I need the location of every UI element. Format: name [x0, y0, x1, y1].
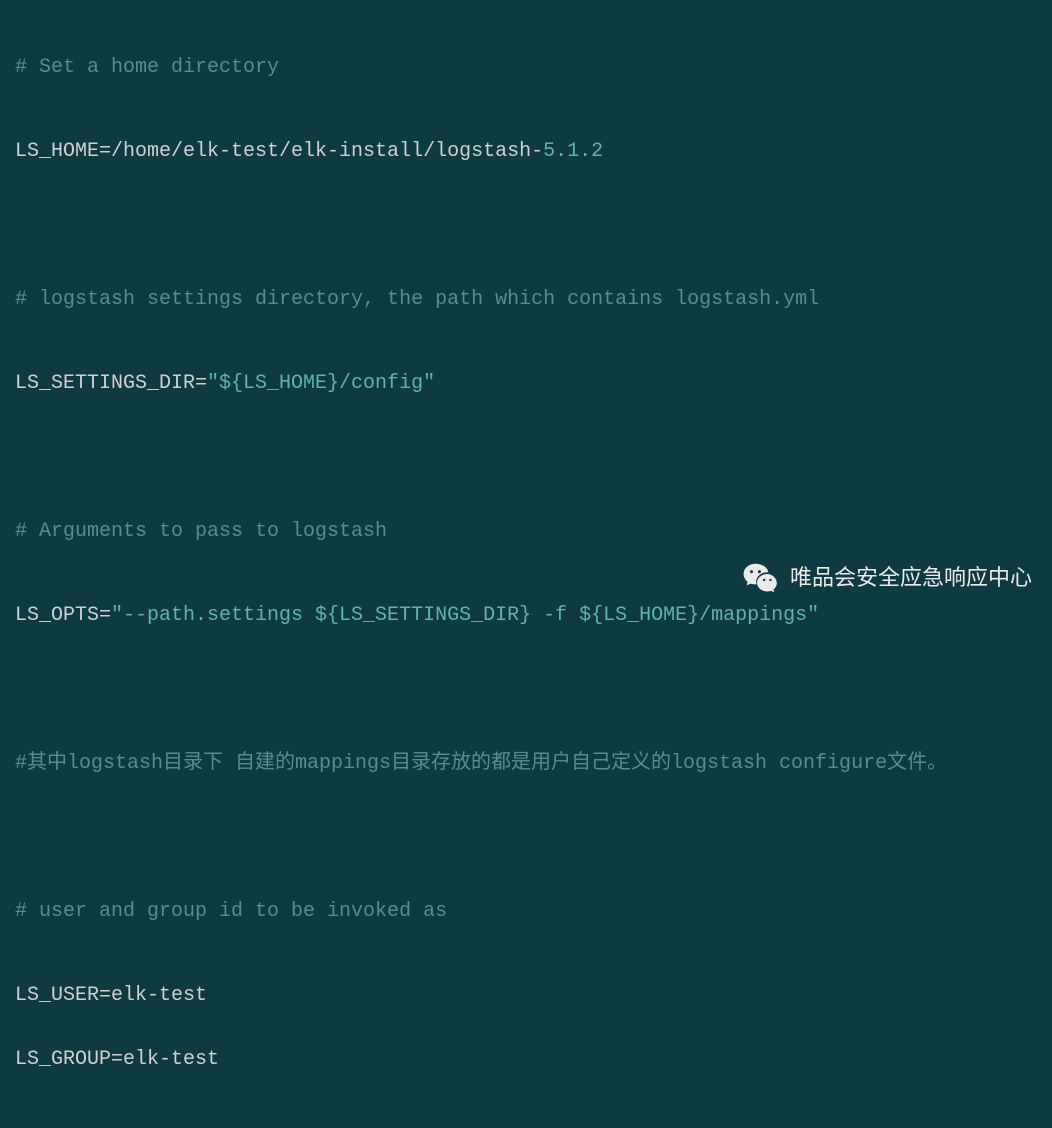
code-line: LS_USER=elk-test	[15, 980, 1037, 1012]
code-text: LS_SETTINGS_DIR=	[15, 372, 207, 395]
code-line: LS_SETTINGS_DIR="${LS_HOME}/config"	[15, 368, 1037, 400]
wechat-icon	[742, 559, 780, 597]
comment-line: #其中logstash目录下 自建的mappings目录存放的都是用户自己定义的…	[15, 748, 1037, 780]
watermark-text: 唯品会安全应急响应中心	[790, 560, 1032, 595]
code-line: LS_OPTS="--path.settings ${LS_SETTINGS_D…	[15, 600, 1037, 632]
code-line: LS_HOME=/home/elk-test/elk-install/logst…	[15, 136, 1037, 168]
version-number: 5.1.2	[543, 140, 603, 163]
comment-line: # logstash settings directory, the path …	[15, 284, 1037, 316]
comment-line: # Arguments to pass to logstash	[15, 516, 1037, 548]
code-line: LS_GROUP=elk-test	[15, 1044, 1037, 1076]
string-text: "--path.settings ${LS_SETTINGS_DIR} -f $…	[111, 604, 819, 627]
code-text: LS_HOME=/home/elk-test/elk-install/logst…	[15, 140, 543, 163]
watermark: 唯品会安全应急响应中心	[742, 559, 1032, 597]
code-text: LS_OPTS=	[15, 604, 111, 627]
string-text: "${LS_HOME}/config"	[207, 372, 435, 395]
comment-line: # user and group id to be invoked as	[15, 896, 1037, 928]
comment-line: # Set a home directory	[15, 52, 1037, 84]
